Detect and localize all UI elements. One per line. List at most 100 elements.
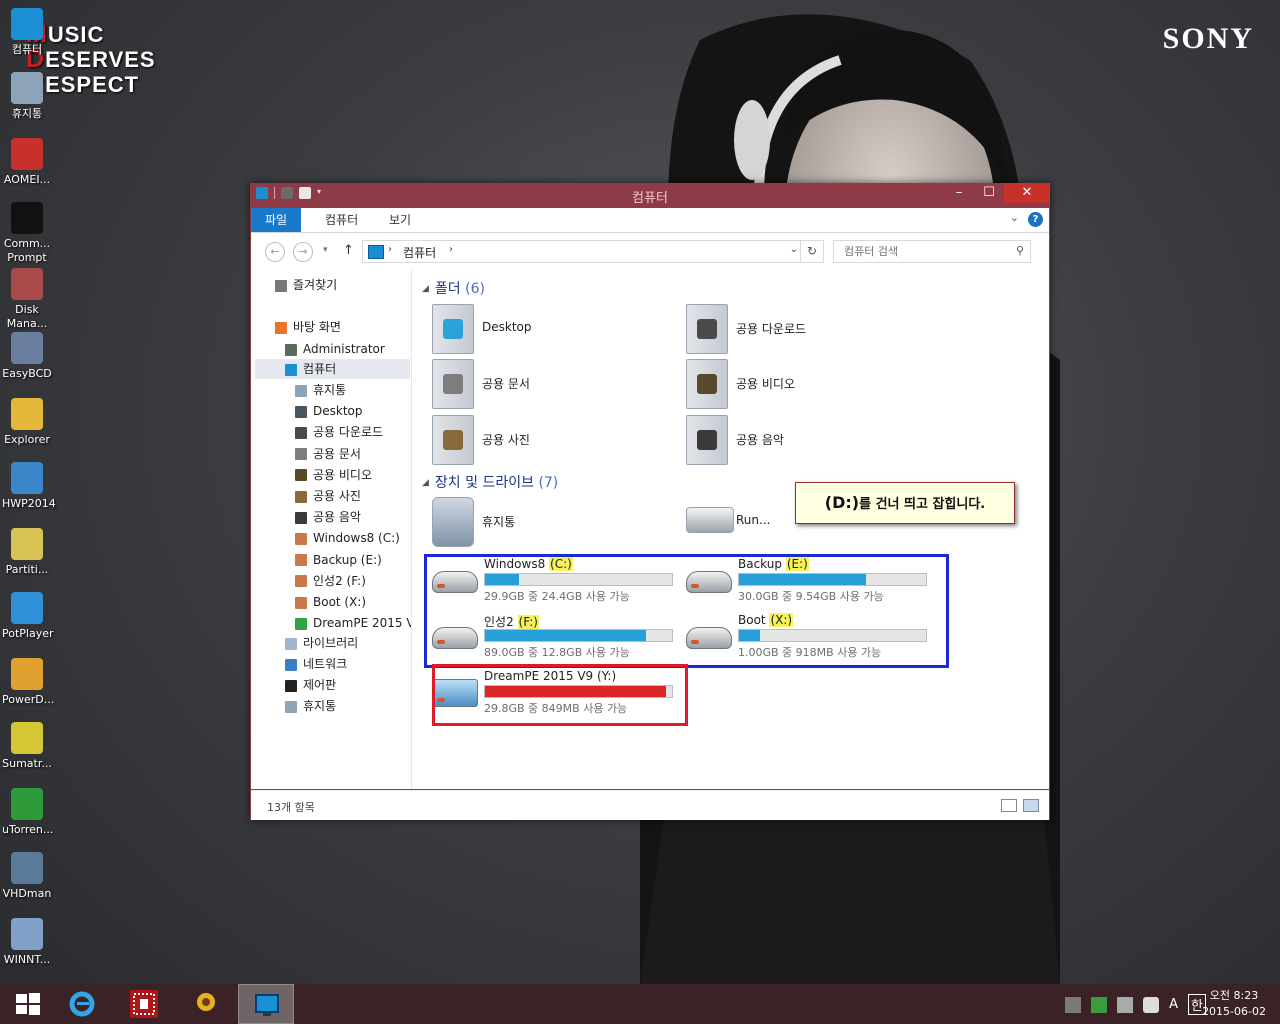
desktop-icon-item[interactable]: Partiti... [2,528,52,577]
desktop-icon-item[interactable]: Explorer [2,398,52,447]
search-input[interactable] [842,244,1006,259]
close-button[interactable]: ✕ [1004,183,1050,203]
expand-ribbon-icon[interactable]: ⌄ [1010,211,1019,224]
vhdman-icon [11,852,43,884]
desktop-icon-item[interactable]: VHDman [2,852,52,901]
folder-icon [295,426,307,439]
minimize-button[interactable]: – [944,183,974,203]
nav-item-child[interactable]: Desktop [295,401,363,421]
nav-item-child[interactable]: 인성2 (F:) [295,571,366,591]
taskbar-command[interactable] [116,984,172,1024]
breadcrumb-arrow-icon[interactable]: › [388,244,392,255]
annotation-note: (D:)를 건너 띄고 잡힙니다. [795,482,1015,524]
start-icon [16,993,40,1015]
desktop-icon-item[interactable]: uTorren... [2,788,53,837]
nav-item-child[interactable]: 휴지통 [295,380,346,400]
desktop-icon-item[interactable]: HWP2014 [2,462,56,511]
desktop-icon-item[interactable]: PowerD... [2,658,55,707]
group-header-folders[interactable]: ◢ 폴더 (6) [422,278,485,298]
folder-item[interactable]: 공용 다운로드 [686,304,906,354]
nav-item-child[interactable]: DreamPE 2015 V9 [295,613,411,633]
drive-icon [295,554,307,567]
desktop-icon-item[interactable]: 휴지통 [2,72,52,121]
volume-icon[interactable] [1143,996,1160,1013]
maximize-button[interactable]: ☐ [974,183,1004,203]
folder-item[interactable]: 공용 사진 [432,415,652,465]
nav-item-child[interactable]: Backup (E:) [295,550,382,570]
folder-item[interactable]: 공용 문서 [432,359,652,409]
desktop-icon-item[interactable]: Disk Mana... [2,268,52,331]
system-tray: A 한 [1065,994,1206,1015]
nav-item-child[interactable]: Boot (X:) [295,592,366,612]
clock[interactable]: 오전 8:23 2015-06-02 [1202,988,1266,1020]
details-view-icon[interactable] [1001,799,1017,812]
ime-mode[interactable]: A [1169,997,1178,1012]
desktop-icon-item[interactable]: Comm... Prompt [2,202,52,265]
action-center-icon[interactable] [1065,996,1082,1013]
desktop-icon-item[interactable]: PotPlayer [2,592,54,641]
aomei-icon [11,138,43,170]
desktop-icon-item[interactable]: Sumatr... [2,722,52,771]
folder-label: 공용 문서 [482,377,530,391]
tab-computer[interactable]: 컴퓨터 [311,208,372,232]
help-icon[interactable]: ? [1028,212,1043,227]
nav-item-favorites[interactable]: 즐겨찾기 [275,275,337,295]
nav-item-computer[interactable]: 컴퓨터 [255,359,410,379]
address-dropdown-icon[interactable]: ⌄ [790,244,798,255]
folder-item[interactable]: Desktop [432,304,652,354]
tab-view[interactable]: 보기 [375,208,425,232]
large-icons-view-icon[interactable] [1023,799,1039,812]
address-bar[interactable]: › 컴퓨터 › ⌄ ↻ [362,240,824,263]
nav-item-child[interactable]: 공용 비디오 [295,465,372,485]
taskbar-imagine[interactable] [178,984,234,1024]
desktop-icon-label: PotPlayer [2,627,54,640]
nav-item-child[interactable]: 공용 문서 [295,444,361,464]
desktop-icon-label: 컴퓨터 [11,43,43,56]
forward-button[interactable]: → [293,242,313,262]
desktop-icon-label: PowerD... [2,693,55,706]
nav-item-child[interactable]: 공용 음악 [295,507,361,527]
start-button[interactable] [0,984,56,1024]
nav-item-network[interactable]: 네트워크 [285,654,347,674]
nav-item-child[interactable]: 공용 사진 [295,486,361,506]
recent-locations-icon[interactable]: ▾ [323,245,328,255]
folder-item[interactable]: 공용 음악 [686,415,906,465]
highlight-box-blue [424,554,949,668]
nav-item-administrator[interactable]: Administrator [285,339,385,359]
folder-item[interactable]: 공용 비디오 [686,359,906,409]
desktop-icon-item[interactable]: WINNT... [2,918,52,967]
up-button[interactable]: ↑ [343,243,354,258]
search-box[interactable]: ⚲ [833,240,1031,263]
potplayer-icon [11,592,43,624]
nav-item-recycle-bin[interactable]: 휴지통 [285,696,336,716]
drive-icon [295,617,307,630]
device-recycle-bin[interactable]: 휴지통 [432,497,632,547]
folder-icon [432,359,474,409]
easybcd-icon [11,332,43,364]
nav-item-control-panel[interactable]: 제어판 [285,675,336,695]
security-icon[interactable] [1091,996,1108,1013]
nav-item-child[interactable]: 공용 다운로드 [295,422,383,442]
breadcrumb-arrow-icon[interactable]: › [449,244,453,255]
drive-icon [295,575,307,588]
network-disconnected-icon[interactable] [1117,996,1134,1013]
nav-item-desktop[interactable]: 바탕 화면 [275,317,341,337]
refresh-button[interactable]: ↻ [800,241,823,262]
title-bar[interactable]: ▾ 컴퓨터 – ☐ ✕ [250,183,1050,207]
back-button[interactable]: ← [265,242,285,262]
search-icon[interactable]: ⚲ [1016,244,1024,257]
recycle-bin-icon [295,384,307,397]
taskbar-internet-explorer[interactable] [54,984,110,1024]
taskbar-file-explorer[interactable] [238,984,294,1024]
breadcrumb-computer[interactable]: 컴퓨터 [403,244,436,261]
desktop-icon-item[interactable]: EasyBCD [2,332,52,381]
nav-item-library[interactable]: 라이브러리 [285,633,358,653]
desktop-icon-item[interactable]: AOMEI... [2,138,52,187]
folder-icon [686,415,728,465]
nav-item-child[interactable]: Windows8 (C:) [295,528,400,548]
hwp-icon [11,462,43,494]
tab-file[interactable]: 파일 [251,208,302,232]
group-header-devices[interactable]: ◢ 장치 및 드라이브 (7) [422,472,558,492]
desktop-icon-item[interactable]: 컴퓨터 [2,8,52,57]
folder-icon [432,415,474,465]
